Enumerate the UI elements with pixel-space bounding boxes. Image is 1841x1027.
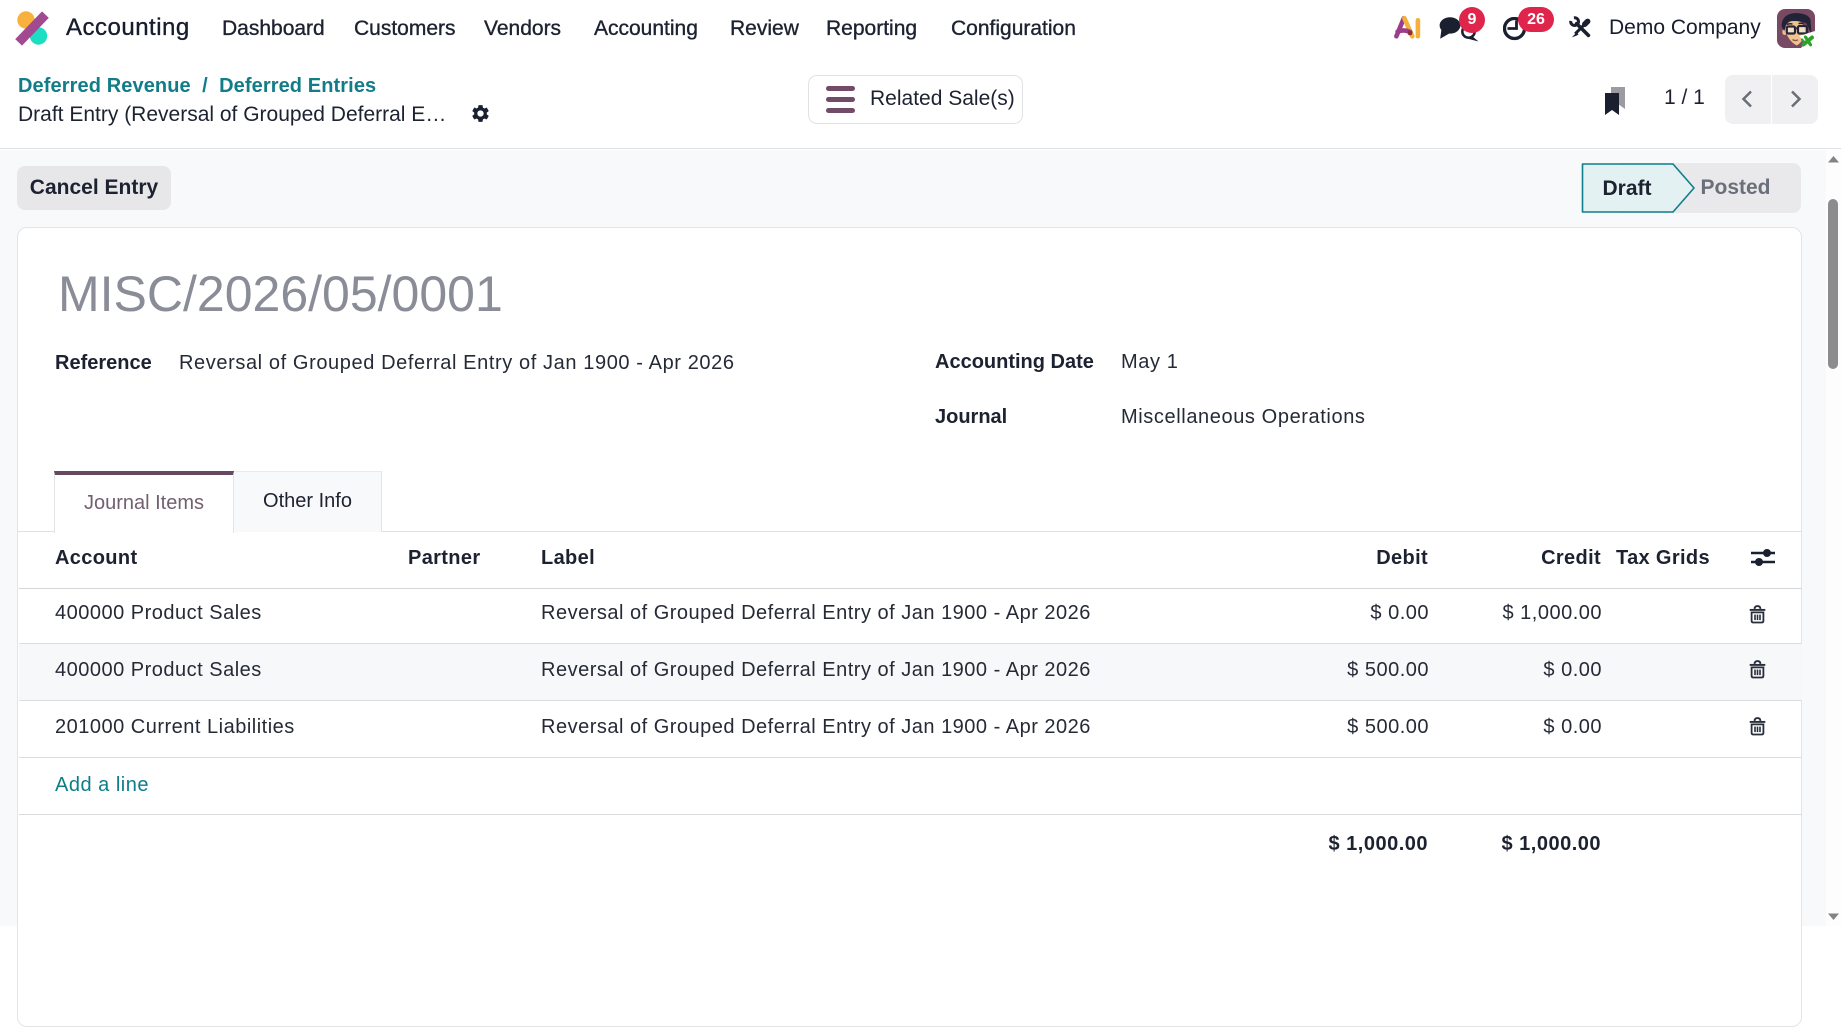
- svg-text:Draft: Draft: [1602, 177, 1651, 200]
